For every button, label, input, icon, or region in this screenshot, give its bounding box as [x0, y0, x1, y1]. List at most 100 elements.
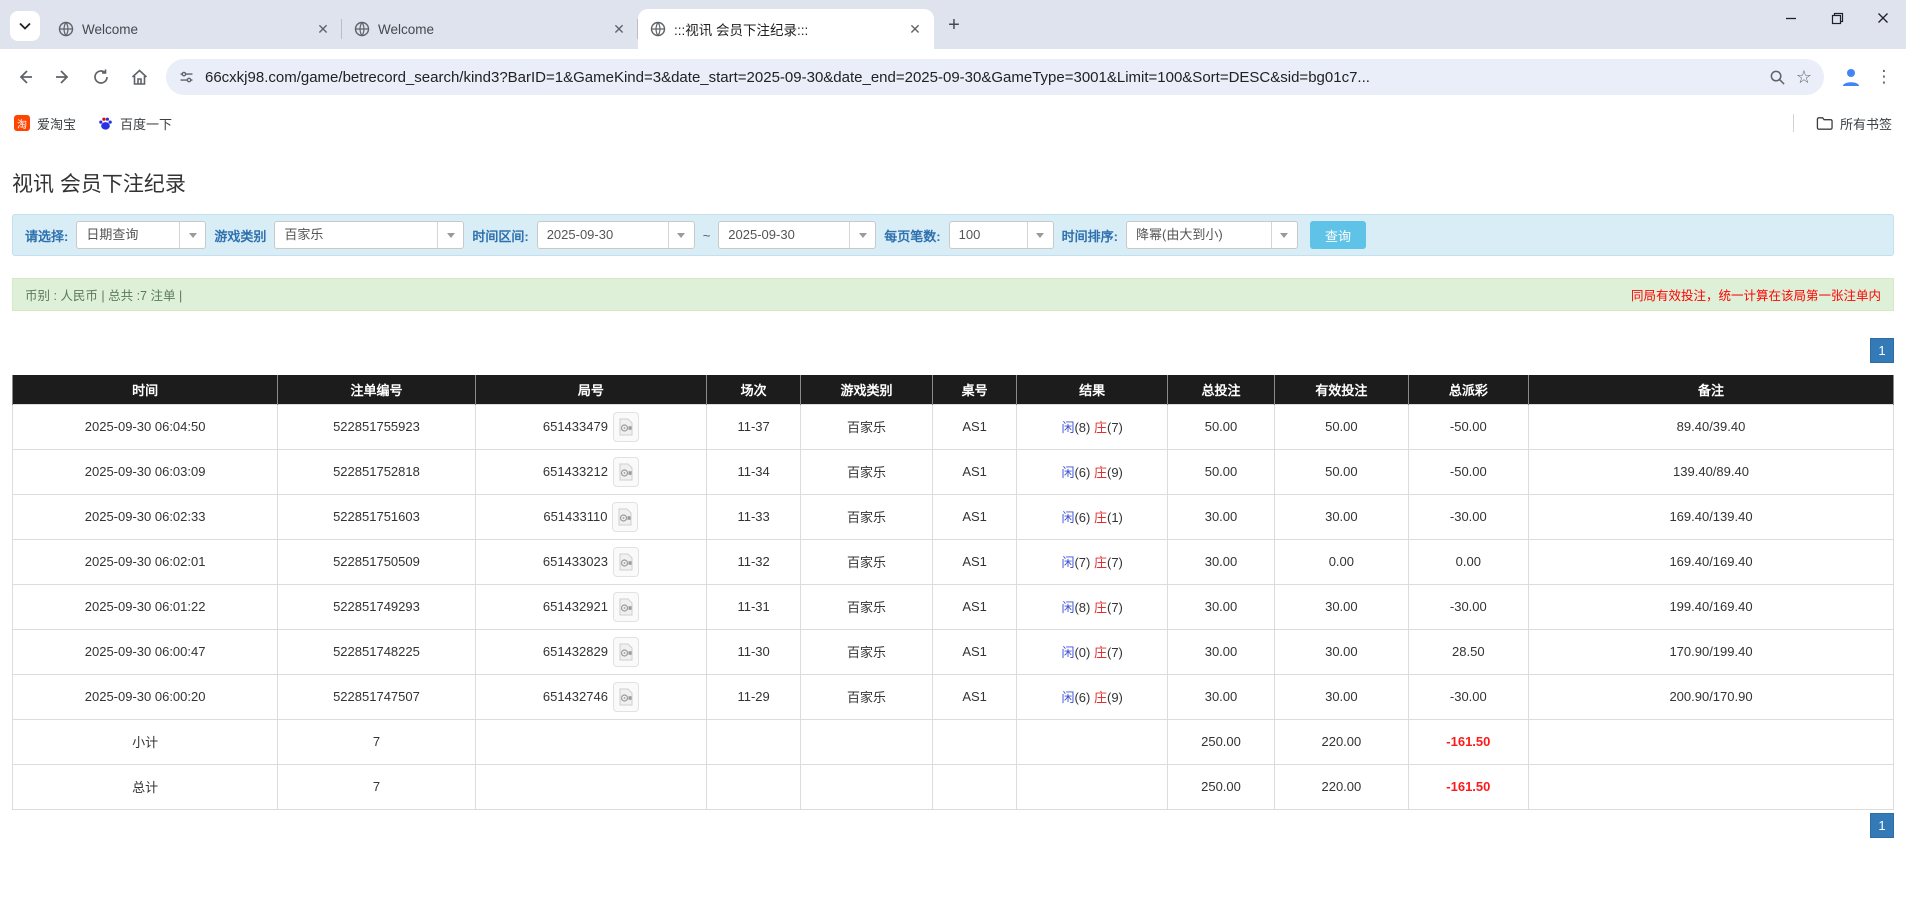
bet-records-table: 时间 注单编号 局号 场次 游戏类别 桌号 结果 总投注 有效投注 总派彩 备注…	[12, 375, 1894, 810]
page-number-button[interactable]: 1	[1870, 813, 1894, 838]
bookmark-taobao[interactable]: 淘 爱淘宝	[14, 114, 76, 133]
new-tab-button[interactable]: +	[940, 11, 968, 39]
tab-title: :::视讯 会员下注纪录:::	[674, 19, 898, 39]
bet-time: 2025-09-30 06:00:20	[13, 674, 278, 719]
col-time: 时间	[13, 375, 278, 404]
bookmarks-bar: 淘 爱淘宝 百度一下 所有书签	[0, 105, 1906, 141]
valid-bet: 50.00	[1275, 449, 1409, 494]
round-id-cell: 651433023	[475, 539, 706, 584]
video-replay-icon[interactable]	[613, 457, 639, 487]
table-code: AS1	[932, 494, 1017, 539]
bet-id: 522851751603	[278, 494, 476, 539]
currency-total-text: 币别 : 人民币 | 总共 :7 注单 |	[25, 285, 182, 304]
refresh-button[interactable]	[84, 60, 118, 94]
video-replay-icon[interactable]	[612, 502, 638, 532]
round-id-cell: 651432746	[475, 674, 706, 719]
close-window-button[interactable]	[1860, 0, 1906, 36]
subtotal-valid-bet: 220.00	[1275, 719, 1409, 764]
result-cell: 闲(8) 庄(7)	[1017, 404, 1167, 449]
browser-tab-1[interactable]: Welcome ✕	[46, 9, 342, 49]
remark: 89.40/39.40	[1529, 404, 1894, 449]
total-bet: 50.00	[1167, 449, 1274, 494]
video-replay-icon[interactable]	[613, 412, 639, 442]
remark: 169.40/169.40	[1529, 539, 1894, 584]
all-bookmarks-button[interactable]: 所有书签	[1816, 114, 1892, 133]
zoom-page-icon[interactable]	[1769, 69, 1786, 86]
pagination-top: 1	[12, 338, 1894, 363]
search-button[interactable]: 查询	[1310, 221, 1366, 249]
video-replay-icon[interactable]	[613, 637, 639, 667]
game-type-select[interactable]: 百家乐	[274, 221, 464, 249]
bet-time: 2025-09-30 06:02:01	[13, 539, 278, 584]
total-valid-bet: 220.00	[1275, 764, 1409, 809]
round-id: 651433479	[543, 419, 608, 434]
subtotal-count: 7	[278, 719, 476, 764]
round-id: 651433212	[543, 464, 608, 479]
valid-bet: 30.00	[1275, 494, 1409, 539]
bet-time: 2025-09-30 06:04:50	[13, 404, 278, 449]
session: 11-30	[707, 629, 801, 674]
date-start-select[interactable]: 2025-09-30	[537, 221, 695, 249]
round-id: 651433110	[543, 509, 607, 524]
maximize-button[interactable]	[1814, 0, 1860, 36]
browser-tab-active[interactable]: :::视讯 会员下注纪录::: ✕	[638, 9, 934, 49]
bookmark-label: 百度一下	[120, 114, 172, 133]
round-id: 651432829	[543, 644, 608, 659]
total-count: 7	[278, 764, 476, 809]
video-replay-icon[interactable]	[613, 682, 639, 712]
bet-id: 522851752818	[278, 449, 476, 494]
game-type: 百家乐	[801, 629, 933, 674]
sort-select[interactable]: 降幂(由大到小)	[1126, 221, 1298, 249]
bet-time: 2025-09-30 06:00:47	[13, 629, 278, 674]
col-remark: 备注	[1529, 375, 1894, 404]
table-header-row: 时间 注单编号 局号 场次 游戏类别 桌号 结果 总投注 有效投注 总派彩 备注	[13, 375, 1894, 404]
table-code: AS1	[932, 674, 1017, 719]
table-code: AS1	[932, 449, 1017, 494]
round-id-cell: 651432921	[475, 584, 706, 629]
result-cell: 闲(7) 庄(7)	[1017, 539, 1167, 584]
total-bet: 30.00	[1167, 674, 1274, 719]
payout: -30.00	[1408, 584, 1528, 629]
table-row: 2025-09-30 06:00:47 522851748225 6514328…	[13, 629, 1894, 674]
browser-menu-icon[interactable]: ⋮	[1872, 60, 1896, 94]
bookmark-star-icon[interactable]: ☆	[1796, 67, 1812, 88]
query-type-select[interactable]: 日期查询	[76, 221, 206, 249]
back-button[interactable]	[8, 60, 42, 94]
browser-toolbar: 66cxkj98.com/game/betrecord_search/kind3…	[0, 49, 1906, 105]
close-tab-icon[interactable]: ✕	[314, 20, 332, 38]
result-cell: 闲(0) 庄(7)	[1017, 629, 1167, 674]
forward-button[interactable]	[46, 60, 80, 94]
table-row: 2025-09-30 06:03:09 522851752818 6514332…	[13, 449, 1894, 494]
close-tab-icon[interactable]: ✕	[610, 20, 628, 38]
browser-tab-2[interactable]: Welcome ✕	[342, 9, 638, 49]
profile-avatar[interactable]	[1834, 60, 1868, 94]
per-page-label: 每页笔数:	[884, 226, 940, 245]
url-text[interactable]: 66cxkj98.com/game/betrecord_search/kind3…	[205, 69, 1759, 86]
result-cell: 闲(6) 庄(1)	[1017, 494, 1167, 539]
valid-bet: 50.00	[1275, 404, 1409, 449]
address-bar[interactable]: 66cxkj98.com/game/betrecord_search/kind3…	[166, 59, 1824, 95]
round-id: 651432746	[543, 689, 608, 704]
video-replay-icon[interactable]	[613, 592, 639, 622]
per-page-select[interactable]: 100	[949, 221, 1054, 249]
date-end-select[interactable]: 2025-09-30	[718, 221, 876, 249]
page-number-button[interactable]: 1	[1870, 338, 1894, 363]
home-button[interactable]	[122, 60, 156, 94]
chevron-down-icon	[1271, 222, 1297, 248]
globe-icon	[58, 21, 74, 37]
tab-search-button[interactable]	[10, 11, 40, 41]
round-id-cell: 651433110	[475, 494, 706, 539]
chevron-down-icon	[1027, 222, 1053, 248]
close-tab-icon[interactable]: ✕	[906, 20, 924, 38]
payout: -50.00	[1408, 404, 1528, 449]
minimize-button[interactable]	[1768, 0, 1814, 36]
bet-id: 522851747507	[278, 674, 476, 719]
bet-id: 522851748225	[278, 629, 476, 674]
result-cell: 闲(6) 庄(9)	[1017, 674, 1167, 719]
site-settings-icon[interactable]	[178, 69, 195, 86]
video-replay-icon[interactable]	[613, 547, 639, 577]
total-bet: 30.00	[1167, 584, 1274, 629]
table-row: 2025-09-30 06:01:22 522851749293 6514329…	[13, 584, 1894, 629]
total-payout: -161.50	[1408, 764, 1528, 809]
bookmark-baidu[interactable]: 百度一下	[98, 114, 172, 133]
